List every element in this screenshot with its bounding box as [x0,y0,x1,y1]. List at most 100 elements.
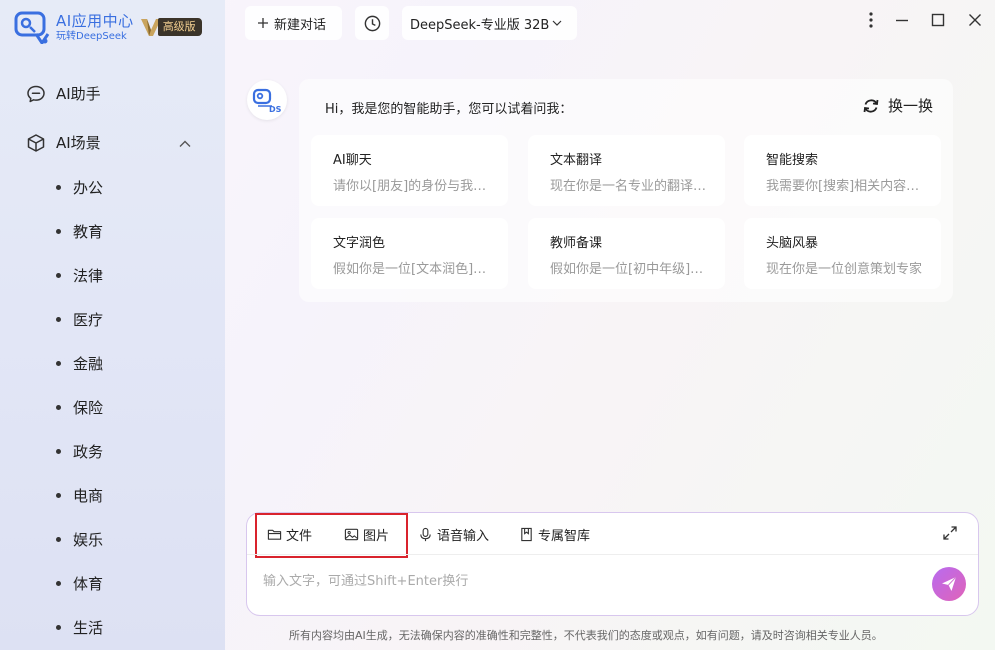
model-select[interactable]: DeepSeek-专业版 32B [402,6,577,40]
vip-label: 高级版 [157,18,202,36]
card-title: 智能搜索 [766,153,819,168]
brand-subtitle: 玩转DeepSeek [56,30,127,42]
send-button[interactable] [932,567,966,601]
sidebar-sub-item-label: 法律 [73,267,104,285]
sidebar-sub-item-label: 生活 [73,619,104,637]
microphone-icon [420,527,431,541]
upload-image-button[interactable]: 图片 [344,525,390,544]
bullet-icon [56,625,61,630]
new-chat-label: 新建对话 [274,17,327,33]
history-button[interactable] [355,6,389,40]
greeting-text: Hi，我是您的智能助手，您可以试着问我： [325,102,573,117]
sidebar: AI应用中心 玩转DeepSeek 高级版 AI助手 AI场景 办公 教育 法律… [0,0,225,650]
svg-text:DS: DS [269,105,282,113]
assistant-logo-icon: DS [252,88,282,113]
maximize-icon[interactable] [929,11,947,29]
upload-file-button[interactable]: 文件 [267,525,313,544]
card-title: 文字润色 [333,236,386,251]
new-chat-button[interactable]: 新建对话 [245,6,342,40]
disclaimer-text: 所有内容均由AI生成，无法确保内容的准确性和完整性，不代表我们的态度或观点，如有… [289,629,883,642]
sidebar-sub-item[interactable]: 体育 [56,573,103,594]
voice-input-label: 语音输入 [437,528,490,544]
card-title: 头脑风暴 [766,236,819,251]
sidebar-sub-item-label: 金融 [73,355,104,373]
sidebar-sub-item-label: 保险 [73,399,104,417]
composer-divider [247,554,978,555]
sidebar-sub-item[interactable]: 生活 [56,617,103,638]
card-description: 我需要你[搜索]相关内容信息 [766,179,926,194]
card-title: AI聊天 [333,153,372,168]
bullet-icon [56,185,61,190]
model-select-label: DeepSeek-专业版 32B [410,17,550,33]
chat-composer: 文件 图片 语音输入 专属智库 输入文字，可通过Shift+Enter换行 [246,512,979,616]
bullet-icon [56,317,61,322]
sidebar-sub-item-label: 办公 [73,179,104,197]
suggestion-card[interactable]: 文字润色 假如你是一位[文本润色]专家 [311,218,508,289]
sidebar-sub-item[interactable]: 政务 [56,441,103,462]
expand-icon[interactable] [942,525,958,541]
suggestion-card[interactable]: 教师备课 假如你是一位[初中年级]老师 [528,218,725,289]
assistant-avatar: DS [247,80,287,120]
sidebar-sub-item-label: 政务 [73,443,104,461]
card-description: 假如你是一位[初中年级]老师 [550,262,710,277]
sidebar-sub-item[interactable]: 金融 [56,353,103,374]
refresh-label: 换一换 [887,97,933,115]
refresh-icon [863,98,879,113]
app-logo-icon [14,11,50,44]
sidebar-sub-item[interactable]: 办公 [56,177,103,198]
chevron-down-icon [552,20,562,26]
sidebar-item-label: AI场景 [56,134,101,152]
bullet-icon [56,493,61,498]
folder-icon [267,529,282,540]
sidebar-sub-item[interactable]: 娱乐 [56,529,103,550]
knowledge-base-button[interactable]: 专属智库 [519,525,591,544]
sidebar-sub-item[interactable]: 医疗 [56,309,103,330]
chat-bubble-icon [27,85,45,102]
message-input[interactable]: 输入文字，可通过Shift+Enter换行 [263,570,468,589]
suggestion-card[interactable]: 智能搜索 我需要你[搜索]相关内容信息 [744,135,941,206]
minimize-icon[interactable] [893,11,911,29]
paper-plane-icon [942,576,957,591]
voice-input-button[interactable]: 语音输入 [418,525,490,544]
brand: AI应用中心 玩转DeepSeek 高级版 [14,9,202,45]
card-description: 现在你是一名专业的翻译人员 [550,179,710,194]
sidebar-sub-item-label: 教育 [73,223,104,241]
bullet-icon [56,273,61,278]
brand-name: AI应用中心 [56,11,134,30]
upload-file-label: 文件 [286,528,313,544]
refresh-suggestions-button[interactable]: 换一换 [862,95,933,116]
sidebar-item-label: AI助手 [56,85,101,103]
more-vertical-icon[interactable] [862,11,880,29]
cube-icon [27,133,45,152]
sidebar-sub-item-label: 体育 [73,575,104,593]
bullet-icon [56,449,61,454]
bullet-icon [56,581,61,586]
card-description: 假如你是一位[文本润色]专家 [333,262,493,277]
upload-image-label: 图片 [363,528,390,544]
image-icon [344,528,359,540]
card-description: 现在你是一位创意策划专家 [766,262,923,277]
sidebar-sub-item-label: 娱乐 [73,531,104,549]
bullet-icon [56,361,61,366]
sidebar-sub-item[interactable]: 电商 [56,485,103,506]
knowledge-base-label: 专属智库 [538,528,591,544]
bookmark-icon [521,527,532,541]
sidebar-sub-item[interactable]: 法律 [56,265,103,286]
close-icon[interactable] [966,11,984,29]
clock-icon [364,15,380,31]
chevron-up-icon[interactable] [178,137,192,151]
sidebar-item-ai-scenes[interactable]: AI场景 [26,132,101,153]
sidebar-sub-item-label: 电商 [73,487,104,505]
welcome-panel: Hi，我是您的智能助手，您可以试着问我： 换一换 AI聊天 请你以[朋友]的身份… [299,79,953,302]
vip-badge: 高级版 [140,16,202,38]
suggestion-card[interactable]: 文本翻译 现在你是一名专业的翻译人员 [528,135,725,206]
suggestion-card[interactable]: AI聊天 请你以[朋友]的身份与我对话 [311,135,508,206]
bullet-icon [56,537,61,542]
card-title: 文本翻译 [550,153,603,168]
card-description: 请你以[朋友]的身份与我对话 [333,179,493,194]
sidebar-item-ai-assistant[interactable]: AI助手 [26,83,101,104]
bullet-icon [56,229,61,234]
sidebar-sub-item[interactable]: 保险 [56,397,103,418]
suggestion-card[interactable]: 头脑风暴 现在你是一位创意策划专家 [744,218,941,289]
sidebar-sub-item[interactable]: 教育 [56,221,103,242]
